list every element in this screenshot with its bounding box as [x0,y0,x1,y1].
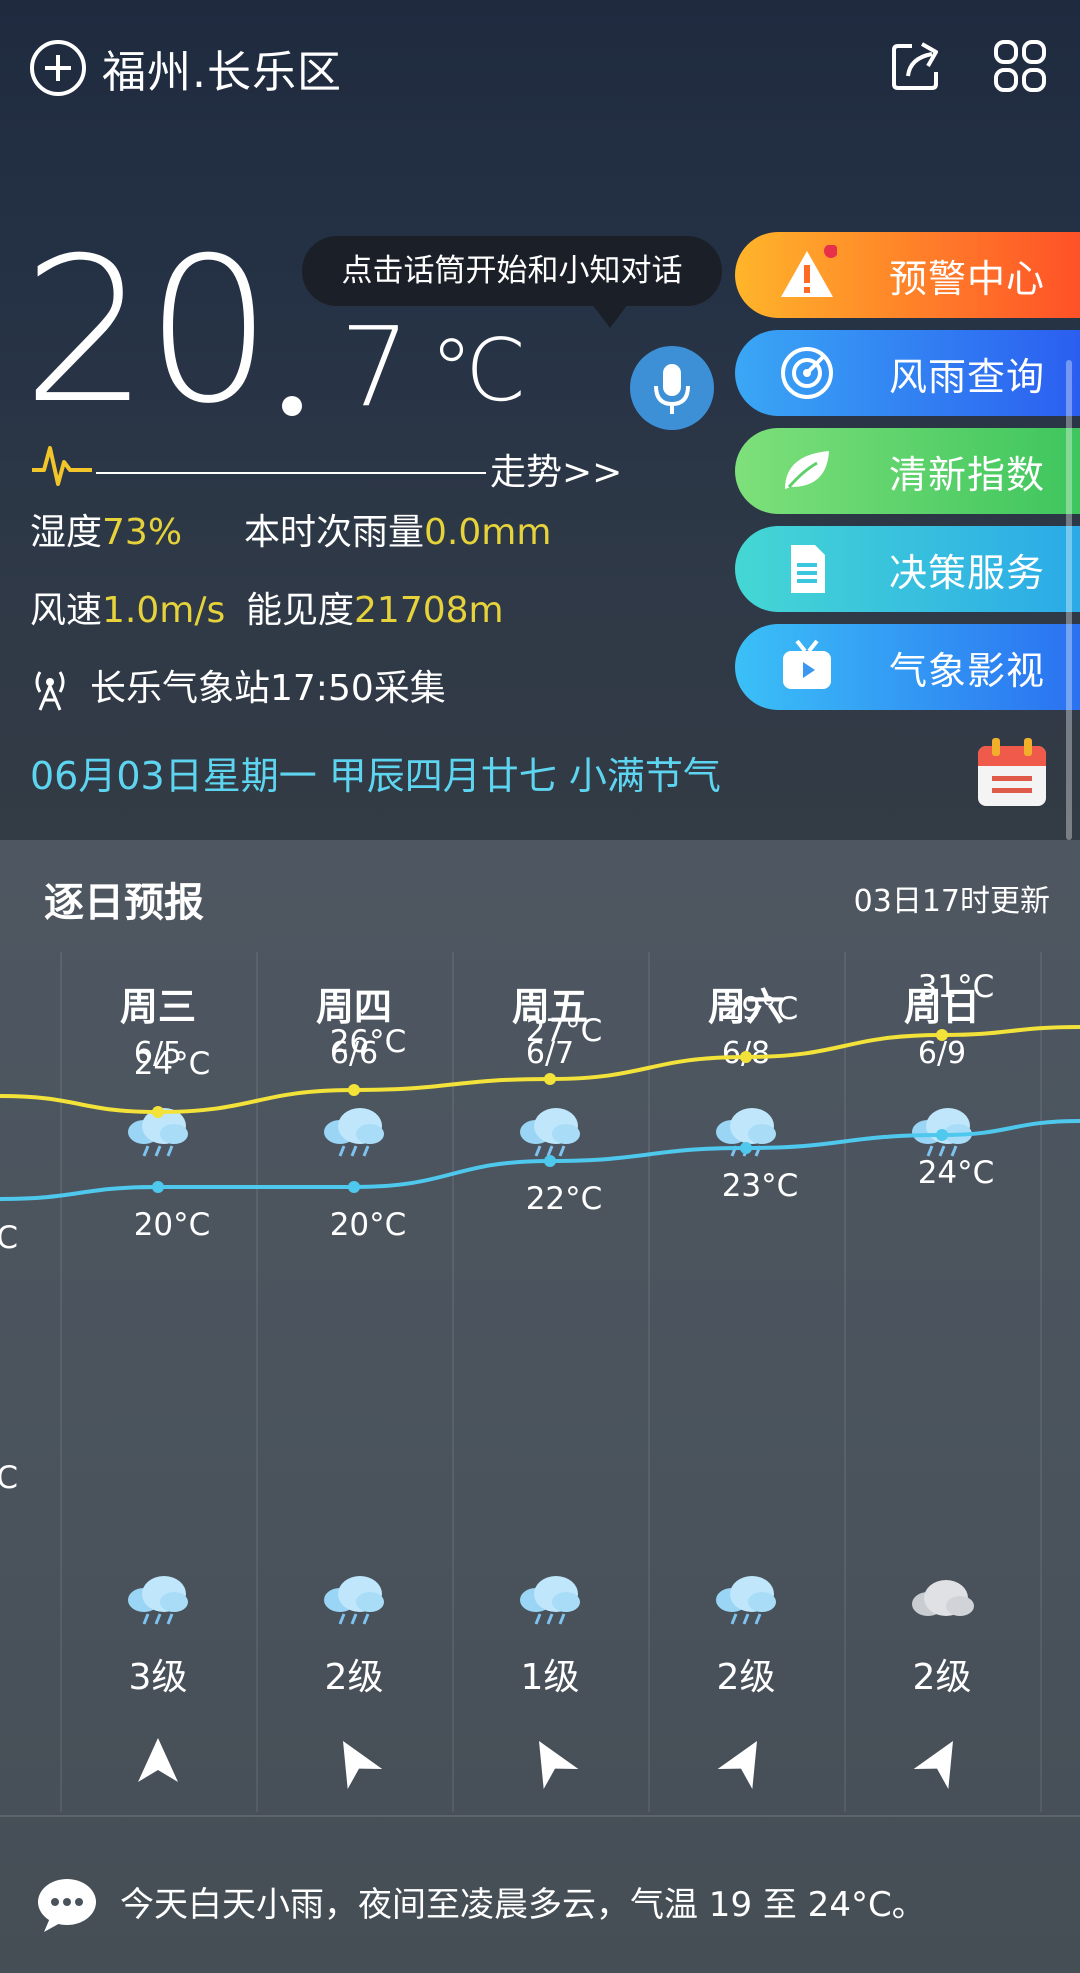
chat-bubble-icon [38,1879,96,1932]
low-temp-point [740,1142,752,1154]
warning-icon [781,245,837,297]
menu-freshness-index[interactable]: 清新指数 [735,428,1080,514]
humidity-label: 湿度 [30,512,103,553]
apps-grid-icon[interactable] [990,36,1050,96]
station-info: 长乐气象站17:50采集 [90,668,446,709]
low-temp-point [544,1155,556,1167]
leaf-icon [785,451,829,489]
current-weather-panel: 福州.长乐区 20 7 ℃ 点击话筒开始和小知对话 走势>> 湿度73% 本时次… [0,0,1080,840]
city-name[interactable]: 福州.长乐区 [102,36,342,100]
menu-label: 清新指数 [889,452,1046,497]
visibility-label: 能见度 [246,590,355,631]
panel-scrollbar [1066,360,1072,840]
calendar-icon[interactable] [974,734,1050,810]
tv-icon [783,639,831,689]
voice-hint-bubble: 点击话筒开始和小知对话 [302,236,722,328]
add-city-icon[interactable] [28,38,88,98]
pulse-icon [32,446,92,486]
station-antenna-icon [35,671,65,711]
microphone-icon [654,364,690,414]
wind-speed-label: 风速 [30,590,103,631]
menu-label: 决策服务 [889,550,1046,595]
high-temp-point [740,1051,752,1063]
menu-decision-service[interactable]: 决策服务 [735,526,1080,612]
temperature-decimal: 7 [340,303,410,431]
trend-line [96,472,486,474]
daily-forecast-panel: 逐日预报 03日17时更新 CC周三6/53级周四6/62级周五6/71级周六6… [0,840,1080,1973]
high-temp-label: 26°C [329,1024,407,1060]
voice-assistant-button[interactable] [630,346,714,430]
visibility-value: 21708m [354,590,504,631]
low-temp-label: 20°C [133,1207,211,1243]
weather-summary: 今天白天小雨，夜间至凌晨多云，气温 19 至 24°C。 [120,1885,926,1925]
temperature-unit: ℃ [430,321,527,421]
radar-icon [781,347,833,399]
menu-warning-center[interactable]: 预警中心 [735,232,1080,318]
date-lunar-line: 06月03日星期一 甲辰四月廿七 小满节气 [30,754,721,798]
rainfall-row: 本时次雨量0.0mm [244,508,551,558]
weather-app: 福州.长乐区 20 7 ℃ 点击话筒开始和小知对话 走势>> 湿度73% 本时次… [0,0,1080,1973]
humidity-row: 湿度73% [30,508,182,558]
menu-weather-video[interactable]: 气象影视 [735,624,1080,710]
document-icon [791,545,825,593]
low-temp-point [348,1181,360,1193]
wind-speed-value: 1.0m/s [102,590,226,631]
low-temp-label: 24°C [917,1155,995,1191]
high-temp-label: 27°C [525,1013,603,1049]
high-temp-point [936,1029,948,1041]
forecast-divider [0,1815,1080,1817]
high-temp-point [348,1084,360,1096]
visibility-row: 能见度21708m [246,586,504,636]
temperature-curves [0,1025,1080,1201]
menu-label: 风雨查询 [889,354,1046,399]
high-temp-label: 29°C [721,991,799,1027]
trend-link[interactable]: 走势>> [490,448,622,498]
high-temp-label: 31°C [917,969,995,1005]
low-temp-label: 20°C [329,1207,407,1243]
high-temp-label: 24°C [133,1046,211,1082]
temperature-decimal-point [282,396,302,416]
temperature-integer: 20 [22,215,272,448]
low-temp-point [152,1181,164,1193]
share-icon[interactable] [886,36,946,96]
low-temp-label: 22°C [525,1181,603,1217]
menu-wind-rain-query[interactable]: 风雨查询 [735,330,1080,416]
rainfall-label: 本时次雨量 [244,512,425,553]
rainfall-value: 0.0mm [424,512,552,553]
wind-speed-row: 风速1.0m/s [30,586,225,636]
menu-label: 预警中心 [889,256,1046,301]
low-temp-point [936,1129,948,1141]
menu-label: 气象影视 [889,648,1046,693]
location-row[interactable]: 福州.长乐区 [28,36,342,100]
high-temp-point [544,1073,556,1085]
high-temp-point [152,1106,164,1118]
humidity-value: 73% [102,512,183,553]
low-temp-label: 23°C [721,1168,799,1204]
